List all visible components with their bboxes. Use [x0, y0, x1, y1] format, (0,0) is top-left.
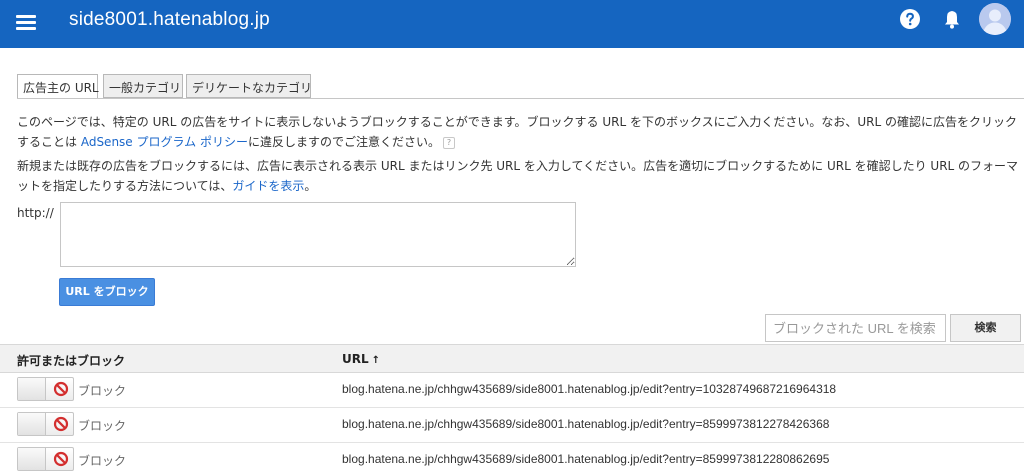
search-button[interactable]: 検索 [950, 314, 1021, 342]
guide-link[interactable]: ガイドを表示 [232, 179, 304, 193]
intro-text: このページでは、特定の URL の広告をサイトに表示しないようブロックすることが… [17, 112, 1024, 152]
instructions-text-after: 。 [304, 179, 317, 193]
help-icon[interactable] [899, 8, 921, 30]
site-title: side8001.hatenablog.jp [69, 9, 270, 30]
blocked-url: blog.hatena.ne.jp/chhgw435689/side8001.h… [342, 417, 830, 431]
table-row: ブロック blog.hatena.ne.jp/chhgw435689/side8… [0, 373, 1024, 408]
tab-advertiser-url[interactable]: 広告主の URL [17, 74, 99, 99]
toggle-knob [18, 378, 46, 400]
table-row: ブロック blog.hatena.ne.jp/chhgw435689/side8… [0, 443, 1024, 475]
avatar-icon[interactable] [979, 3, 1011, 35]
blocked-url: blog.hatena.ne.jp/chhgw435689/side8001.h… [342, 452, 830, 466]
tab-sensitive-categories[interactable]: デリケートなカテゴリ [186, 74, 312, 98]
block-status-label: ブロック [78, 419, 127, 433]
column-header-url[interactable]: URL ↑ [342, 352, 380, 366]
instructions-text: 新規または既存の広告をブロックするには、広告に表示される表示 URL またはリン… [17, 156, 1024, 196]
block-status-label: ブロック [78, 384, 127, 398]
block-icon [53, 381, 69, 397]
allow-block-toggle[interactable] [17, 447, 74, 471]
column-header-url-label: URL [342, 352, 369, 366]
table-header: 許可またはブロック URL ↑ [0, 344, 1024, 373]
bell-icon[interactable] [941, 8, 963, 30]
block-icon [53, 416, 69, 432]
intro-text-after: に違反しますのでご注意ください。 [247, 135, 440, 149]
policy-link[interactable]: AdSense プログラム ポリシー [81, 135, 248, 149]
table-row: ブロック blog.hatena.ne.jp/chhgw435689/side8… [0, 408, 1024, 443]
sort-ascending-icon: ↑ [371, 355, 381, 366]
search-blocked-url-input[interactable] [765, 314, 946, 342]
url-input-textarea[interactable] [60, 202, 576, 267]
toggle-knob [18, 413, 46, 435]
hamburger-menu-icon[interactable] [16, 13, 38, 33]
help-mark-icon[interactable]: ? [442, 136, 455, 149]
tab-general-categories[interactable]: 一般カテゴリ [103, 74, 183, 98]
blocked-url: blog.hatena.ne.jp/chhgw435689/side8001.h… [342, 382, 837, 396]
http-prefix-label: http:// [17, 206, 54, 220]
allow-block-toggle[interactable] [17, 377, 74, 401]
toggle-knob [18, 448, 46, 470]
block-icon [53, 451, 69, 467]
column-header-status: 許可またはブロック [17, 354, 126, 368]
block-status-label: ブロック [78, 454, 127, 468]
tab-divider [17, 98, 1024, 99]
allow-block-toggle[interactable] [17, 412, 74, 436]
top-app-bar: side8001.hatenablog.jp [0, 0, 1024, 48]
block-url-button[interactable]: URL をブロック [59, 278, 155, 306]
instructions-text-before: 新規または既存の広告をブロックするには、広告に表示される表示 URL またはリン… [17, 159, 1019, 193]
